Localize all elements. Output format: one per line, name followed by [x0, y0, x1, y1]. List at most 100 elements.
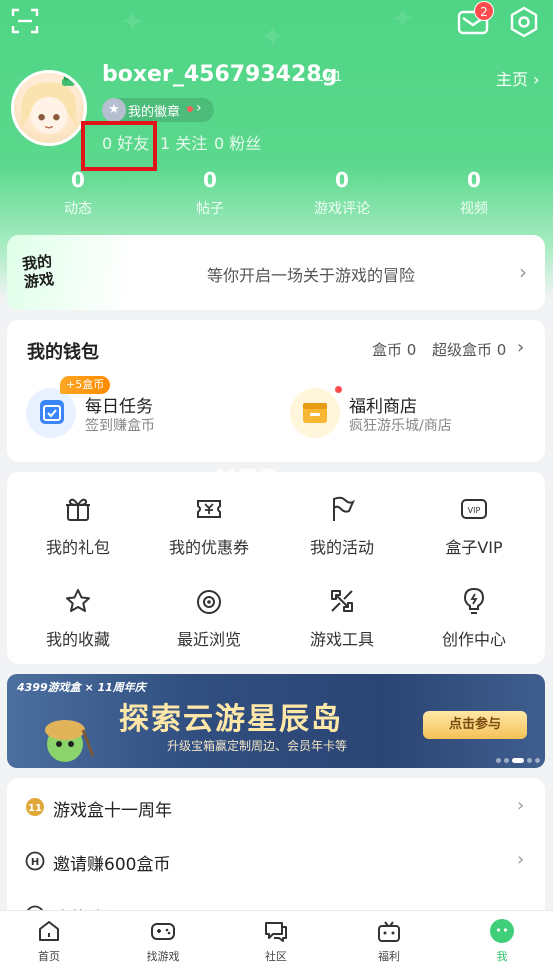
- stat-number: 0: [467, 168, 481, 192]
- my-games-card[interactable]: 我的游戏 等你开启一场关于游戏的冒险 ›: [7, 235, 545, 310]
- carousel-dot: [527, 758, 532, 763]
- stat-videos[interactable]: 0 视频: [414, 168, 534, 218]
- gift-icon: [66, 498, 90, 521]
- settings-icon[interactable]: [508, 6, 540, 38]
- watermark-text: 游戏之家: [282, 472, 331, 486]
- chevron-right-icon[interactable]: ›: [517, 337, 524, 358]
- shop-notification-dot: [335, 386, 342, 393]
- tool-icon: [331, 590, 353, 612]
- grid-item-label: 最近浏览: [176, 630, 241, 649]
- tab-welfare[interactable]: 福利: [334, 917, 444, 964]
- watermark-logo: K73: [214, 464, 279, 499]
- gamepad-icon: [151, 923, 175, 940]
- list-item-anniversary[interactable]: 11 游戏盒十一周年 ›: [7, 780, 545, 834]
- wallet-super-coins[interactable]: 超级盒币 0: [432, 339, 506, 360]
- stat-number: 0: [203, 168, 217, 192]
- daily-task-subtitle: 签到赚盒币: [85, 418, 155, 434]
- stat-label: 游戏评论: [314, 201, 370, 217]
- my-games-logo: 我的游戏: [7, 235, 127, 310]
- badge-label: 我的徽章: [128, 105, 181, 120]
- anniversary-icon: 11: [26, 798, 44, 816]
- follow-count[interactable]: 1 关注: [160, 130, 207, 154]
- me-icon: [490, 919, 514, 943]
- top-bar: 2: [0, 0, 553, 46]
- welfare-shop-title[interactable]: 福利商店: [349, 392, 417, 417]
- stat-label: 帖子: [196, 201, 224, 217]
- mail-unread-badge: 2: [474, 1, 494, 21]
- tab-community[interactable]: 社区: [221, 917, 331, 964]
- grid-item-activities[interactable]: 我的活动: [275, 494, 409, 574]
- homepage-link[interactable]: 主页 ›: [496, 66, 540, 90]
- bottom-tab-bar: 首页 找游戏 社区 福利 我: [0, 910, 553, 966]
- grid-item-tools[interactable]: 游戏工具: [275, 586, 409, 666]
- svg-text:H: H: [31, 857, 39, 868]
- feature-grid: 我的礼包 我的优惠券 我的活动 VIP 盒子VIP 我的收藏 最近浏览 游戏工具…: [7, 472, 545, 664]
- list-item-invite[interactable]: H 邀请赚600盒币 ›: [7, 834, 545, 888]
- calendar-icon: [40, 400, 64, 424]
- community-icon: [265, 922, 287, 942]
- stat-posts[interactable]: 0 帖子: [150, 168, 270, 218]
- gift-box-icon: [378, 921, 400, 942]
- tab-label: 找游戏: [146, 950, 180, 963]
- tab-me[interactable]: 我: [447, 917, 553, 964]
- fans-count[interactable]: 0 粉丝: [214, 130, 261, 154]
- grid-item-coupons[interactable]: 我的优惠券: [142, 494, 276, 574]
- badge-notification-dot: [187, 106, 193, 112]
- carousel-dot: [535, 758, 540, 763]
- welfare-shop-subtitle: 疯狂游乐城/商店: [349, 418, 452, 434]
- grid-item-favorites[interactable]: 我的收藏: [11, 586, 145, 666]
- highlight-annotation-box: [81, 121, 157, 171]
- avatar[interactable]: [11, 70, 87, 146]
- home-icon: [39, 921, 59, 941]
- tab-label: 我: [496, 950, 508, 963]
- scan-icon[interactable]: [10, 6, 40, 36]
- daily-task-title[interactable]: 每日任务: [85, 392, 153, 417]
- wallet-card: 我的钱包 盒币 0 超级盒币 0 › +5盒币 每日任务 签到赚盒币 福利商店 …: [7, 320, 545, 462]
- stat-label: 视频: [460, 201, 488, 217]
- chevron-right-icon: ›: [196, 100, 202, 116]
- grid-item-label: 我的活动: [309, 538, 374, 557]
- tab-find-games[interactable]: 找游戏: [108, 917, 218, 964]
- grid-item-label: 创作中心: [441, 630, 506, 649]
- tab-label: 首页: [38, 950, 60, 963]
- banner-title: 探索云游星辰岛: [119, 702, 343, 737]
- level-label: Lv.1: [316, 70, 343, 85]
- tab-label: 福利: [378, 950, 400, 963]
- stat-number: 0: [71, 168, 85, 192]
- list-item-label: 邀请赚600盒币: [53, 855, 171, 875]
- chevron-right-icon: ›: [517, 795, 525, 816]
- my-games-text: 等你开启一场关于游戏的冒险: [207, 266, 416, 285]
- flag-icon: [333, 496, 356, 521]
- eye-icon: [197, 590, 221, 614]
- username: boxer_456793428g: [102, 62, 338, 87]
- tab-home[interactable]: 首页: [0, 917, 104, 964]
- carousel-dot-active: [512, 758, 524, 763]
- grid-item-label: 我的优惠券: [168, 538, 249, 557]
- chevron-right-icon: ›: [519, 260, 527, 284]
- grid-item-vip[interactable]: VIP 盒子VIP: [407, 494, 541, 574]
- star-icon: [66, 589, 90, 612]
- stat-game-reviews[interactable]: 0 游戏评论: [282, 168, 402, 218]
- welfare-shop-icon-bg[interactable]: [290, 388, 340, 438]
- carousel-dot: [496, 758, 501, 763]
- banner-join-button[interactable]: 点击参与: [423, 711, 527, 739]
- grid-item-label: 盒子VIP: [445, 538, 503, 557]
- mascot-illustration: [45, 720, 95, 762]
- stat-label: 动态: [64, 201, 92, 217]
- anniversary-banner[interactable]: 4399游戏盒 × 11周年庆 探索云游星辰岛 升级宝箱赢定制周边、会员年卡等 …: [7, 674, 545, 768]
- invite-icon: H: [25, 851, 45, 871]
- stat-number: 0: [335, 168, 349, 192]
- bulb-icon: [463, 587, 485, 614]
- tab-label: 社区: [265, 950, 287, 963]
- grid-item-creator-center[interactable]: 创作中心: [407, 586, 541, 666]
- badge-star-icon: ★: [102, 98, 126, 122]
- banner-subtitle: 升级宝箱赢定制周边、会员年卡等: [167, 739, 348, 753]
- my-games-logo-text: 我的游戏: [21, 252, 55, 292]
- grid-item-label: 游戏工具: [309, 630, 374, 649]
- wallet-coins[interactable]: 盒币 0: [372, 339, 416, 360]
- grid-item-recent[interactable]: 最近浏览: [142, 586, 276, 666]
- grid-item-label: 我的礼包: [45, 538, 110, 557]
- chevron-right-icon: ›: [517, 849, 525, 870]
- grid-item-gifts[interactable]: 我的礼包: [11, 494, 145, 574]
- stat-dynamics[interactable]: 0 动态: [18, 168, 138, 218]
